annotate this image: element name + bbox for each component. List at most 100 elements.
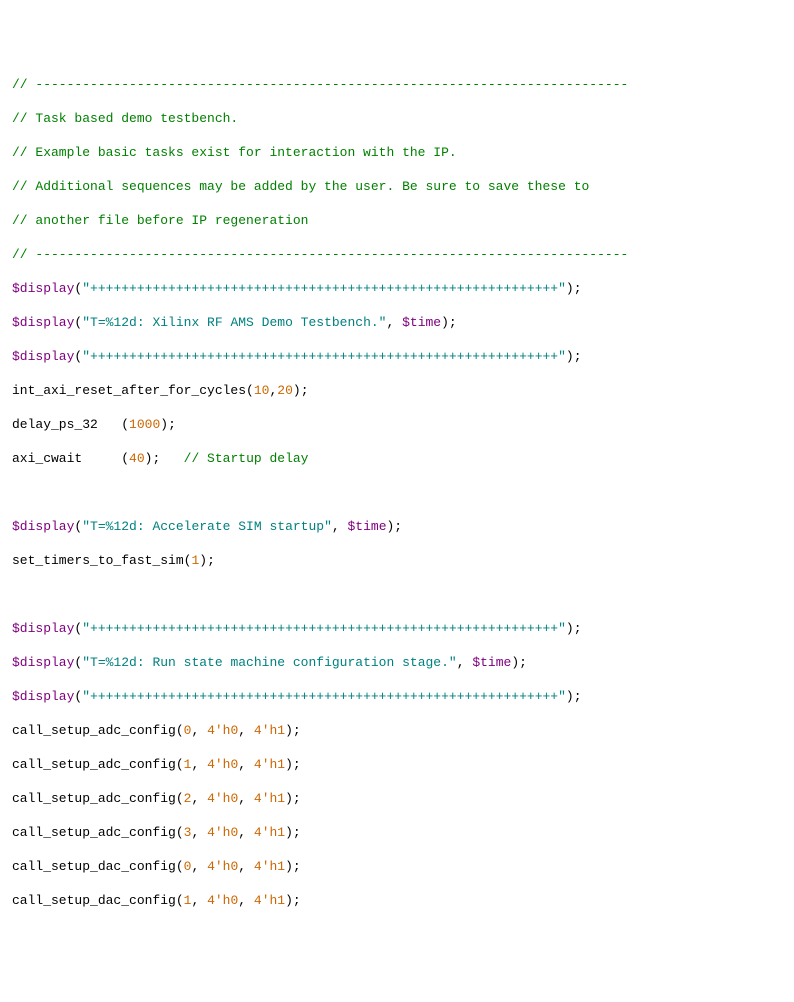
punct: ( — [98, 417, 129, 432]
num-40: 40 — [129, 451, 145, 466]
punct: , — [238, 825, 254, 840]
punct: ); — [199, 553, 215, 568]
punct: ( — [184, 553, 192, 568]
code-display-runsm: $display("T=%12d: Run state machine conf… — [12, 654, 782, 671]
fn-dac: call_setup_dac_config — [12, 893, 176, 908]
kw-display: $display — [12, 281, 74, 296]
punct: ); — [566, 349, 582, 364]
comment-line-4: // another file before IP regeneration — [12, 212, 782, 229]
punct: ); — [285, 791, 301, 806]
comment-dash-bottom: // -------------------------------------… — [12, 246, 782, 263]
code-adc-2: call_setup_adc_config(2, 4'h0, 4'h1); — [12, 790, 782, 807]
str-plusline: "+++++++++++++++++++++++++++++++++++++++… — [82, 349, 566, 364]
punct: ); — [441, 315, 457, 330]
code-display-plus-1: $display("++++++++++++++++++++++++++++++… — [12, 280, 782, 297]
code-timers-call: set_timers_to_fast_sim(1); — [12, 552, 782, 569]
punct: ); — [145, 451, 184, 466]
punct: ( — [74, 621, 82, 636]
code-dac-0: call_setup_dac_config(0, 4'h0, 4'h1); — [12, 858, 782, 875]
fn-timers: set_timers_to_fast_sim — [12, 553, 184, 568]
punct: ); — [285, 723, 301, 738]
punct: ); — [285, 825, 301, 840]
punct: , — [238, 859, 254, 874]
str-plusline: "+++++++++++++++++++++++++++++++++++++++… — [82, 621, 566, 636]
num-h0: 4'h0 — [207, 893, 238, 908]
code-adc-1: call_setup_adc_config(1, 4'h0, 4'h1); — [12, 756, 782, 773]
num-1: 1 — [184, 757, 192, 772]
punct: ( — [176, 893, 184, 908]
num-2: 2 — [184, 791, 192, 806]
fn-delay: delay_ps_32 — [12, 417, 98, 432]
comment-line-1: // Task based demo testbench. — [12, 110, 782, 127]
comment-startup: // Startup delay — [184, 451, 309, 466]
fn-reset: int_axi_reset_after_for_cycles — [12, 383, 246, 398]
num-h1: 4'h1 — [254, 859, 285, 874]
str-plusline: "+++++++++++++++++++++++++++++++++++++++… — [82, 689, 566, 704]
punct: ); — [387, 519, 403, 534]
punct: , — [386, 315, 402, 330]
fn-adc: call_setup_adc_config — [12, 723, 176, 738]
num-h1: 4'h1 — [254, 825, 285, 840]
punct: ); — [285, 859, 301, 874]
code-display-plus-2: $display("++++++++++++++++++++++++++++++… — [12, 348, 782, 365]
num-h0: 4'h0 — [207, 791, 238, 806]
punct: ); — [566, 621, 582, 636]
num-0: 0 — [184, 723, 192, 738]
num-20: 20 — [277, 383, 293, 398]
code-display-title: $display("T=%12d: Xilinx RF AMS Demo Tes… — [12, 314, 782, 331]
num-h1: 4'h1 — [254, 893, 285, 908]
str-accel: "T=%12d: Accelerate SIM startup" — [82, 519, 332, 534]
num-10: 10 — [254, 383, 270, 398]
punct: ); — [293, 383, 309, 398]
num-1000: 1000 — [129, 417, 160, 432]
punct: ); — [566, 281, 582, 296]
punct: ( — [82, 451, 129, 466]
punct: ); — [160, 417, 176, 432]
num-h0: 4'h0 — [207, 757, 238, 772]
blank-line — [12, 484, 782, 501]
punct: ( — [246, 383, 254, 398]
punct: ( — [74, 689, 82, 704]
code-reset-call: int_axi_reset_after_for_cycles(10,20); — [12, 382, 782, 399]
fn-adc: call_setup_adc_config — [12, 791, 176, 806]
kw-time: $time — [472, 655, 511, 670]
punct: ( — [74, 655, 82, 670]
code-adc-0: call_setup_adc_config(0, 4'h0, 4'h1); — [12, 722, 782, 739]
punct: , — [457, 655, 473, 670]
punct: , — [238, 757, 254, 772]
punct: ); — [285, 893, 301, 908]
num-3: 3 — [184, 825, 192, 840]
num-h0: 4'h0 — [207, 723, 238, 738]
code-display-accel: $display("T=%12d: Accelerate SIM startup… — [12, 518, 782, 535]
punct: , — [191, 825, 207, 840]
punct: , — [191, 757, 207, 772]
punct: , — [191, 893, 207, 908]
punct: , — [191, 859, 207, 874]
punct: ); — [566, 689, 582, 704]
blank-line — [12, 586, 782, 603]
code-cwait-call: axi_cwait (40); // Startup delay — [12, 450, 782, 467]
code-adc-3: call_setup_adc_config(3, 4'h0, 4'h1); — [12, 824, 782, 841]
kw-display: $display — [12, 621, 74, 636]
str-tb-title: "T=%12d: Xilinx RF AMS Demo Testbench." — [82, 315, 386, 330]
punct: ( — [176, 757, 184, 772]
str-runsm: "T=%12d: Run state machine configuration… — [82, 655, 456, 670]
num-h0: 4'h0 — [207, 859, 238, 874]
num-h1: 4'h1 — [254, 791, 285, 806]
kw-display: $display — [12, 519, 74, 534]
num-h1: 4'h1 — [254, 757, 285, 772]
punct: ( — [176, 825, 184, 840]
comment-dash-top: // -------------------------------------… — [12, 76, 782, 93]
fn-adc: call_setup_adc_config — [12, 825, 176, 840]
num-0: 0 — [184, 859, 192, 874]
fn-cwait: axi_cwait — [12, 451, 82, 466]
fn-adc: call_setup_adc_config — [12, 757, 176, 772]
kw-display: $display — [12, 655, 74, 670]
num-h0: 4'h0 — [207, 825, 238, 840]
punct: ( — [176, 791, 184, 806]
num-1: 1 — [191, 553, 199, 568]
code-display-plus-3: $display("++++++++++++++++++++++++++++++… — [12, 620, 782, 637]
str-plusline: "+++++++++++++++++++++++++++++++++++++++… — [82, 281, 566, 296]
punct: , — [191, 723, 207, 738]
punct: ); — [285, 757, 301, 772]
